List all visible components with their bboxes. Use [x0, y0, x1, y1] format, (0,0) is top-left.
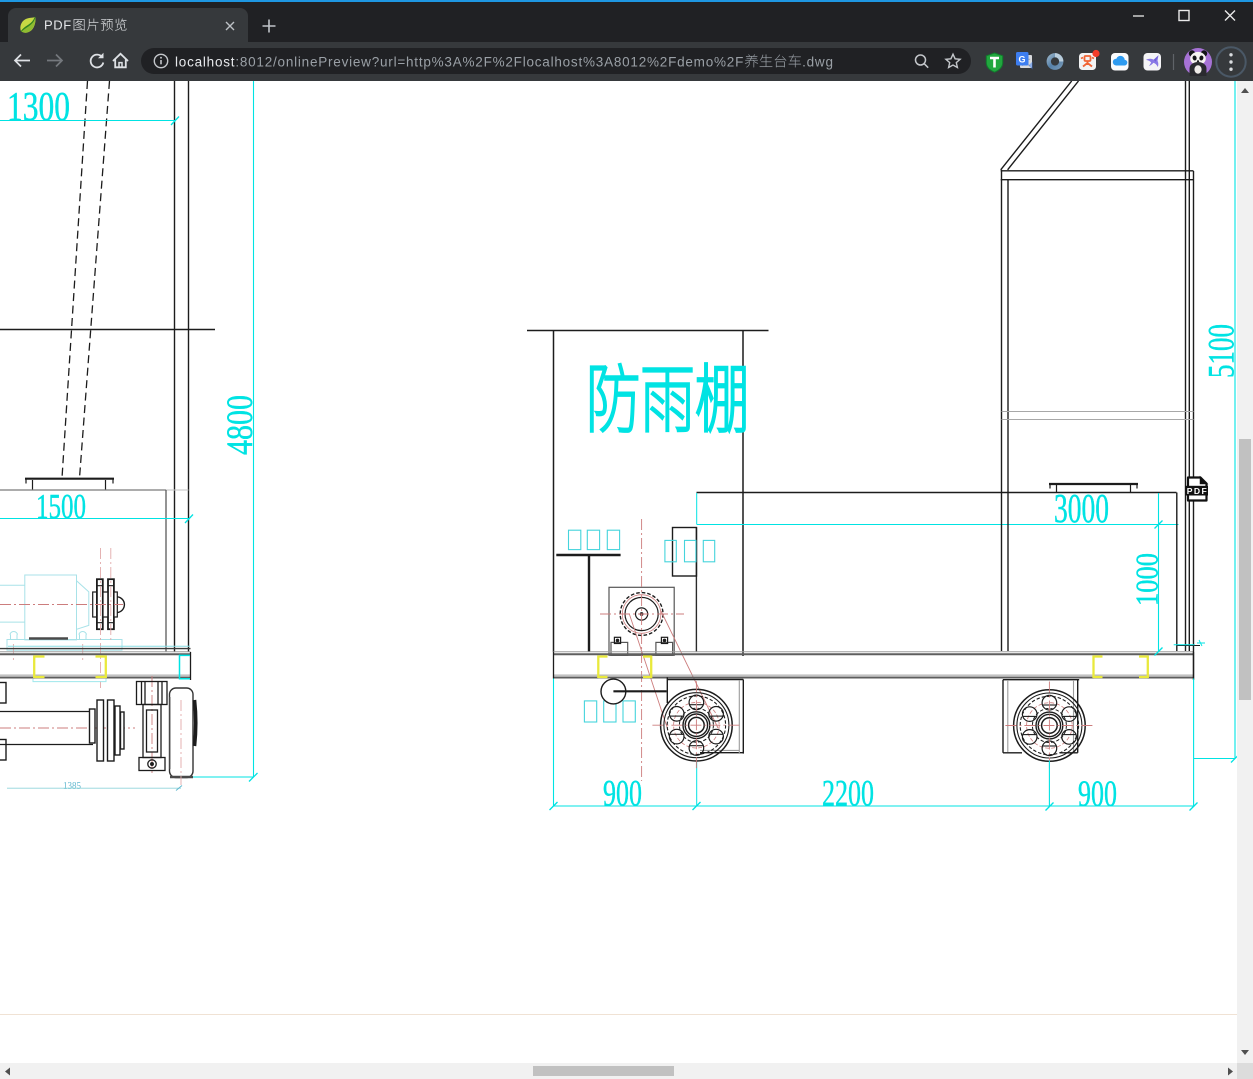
svg-text:1500: 1500	[36, 487, 86, 526]
svg-text:G: G	[1018, 55, 1025, 65]
svg-text:1385: 1385	[63, 780, 81, 792]
svg-text:PDF: PDF	[1187, 486, 1207, 496]
svg-text:3000: 3000	[1054, 485, 1109, 531]
svg-text:1300: 1300	[7, 83, 70, 129]
svg-text:900: 900	[603, 774, 642, 815]
svg-text:4800: 4800	[220, 395, 261, 455]
svg-text:1000: 1000	[1129, 553, 1165, 606]
svg-text:900: 900	[1078, 774, 1117, 815]
svg-text:5100: 5100	[1202, 324, 1238, 378]
svg-text:2200: 2200	[822, 774, 874, 815]
